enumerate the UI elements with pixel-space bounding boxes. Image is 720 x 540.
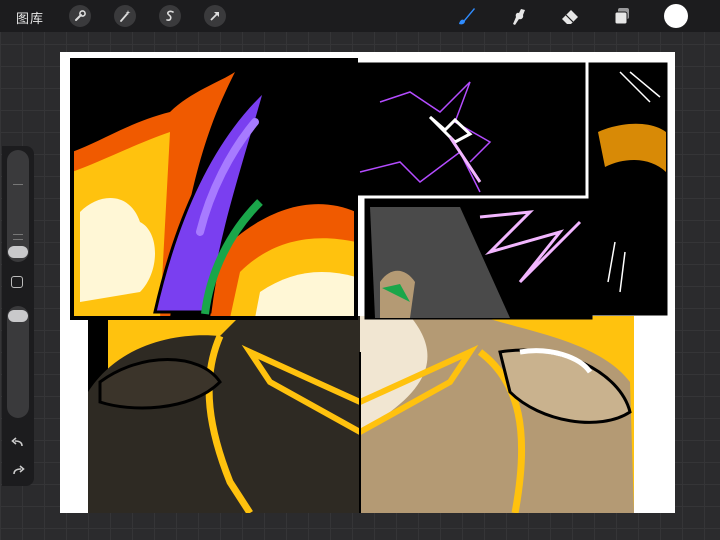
drawing-canvas[interactable] [60,52,675,513]
selection-button[interactable] [159,5,181,27]
brush-tool-button[interactable] [454,4,478,28]
fire-blade-panel [70,58,358,320]
color-picker-button[interactable] [664,4,688,28]
lightning-panel [354,62,586,196]
eraser-icon [562,10,578,24]
smudge-tool-button[interactable] [507,4,531,28]
transform-button[interactable] [204,5,226,27]
comic-artwork [70,58,668,513]
layers-button[interactable] [610,4,634,28]
armor-character-panel [88,316,634,513]
adjustments-button[interactable] [114,5,136,27]
undo-icon[interactable] [9,434,27,452]
brush-icon [459,8,475,25]
rock-lightning-panel [364,198,593,320]
magic-wand-icon [120,10,131,22]
transform-arrow-icon [210,12,219,21]
top-toolbar: 图库 [0,0,720,32]
opacity-slider[interactable] [7,306,29,418]
slider-tick [13,184,23,185]
left-sidebar [2,146,34,486]
opacity-thumb[interactable] [8,310,28,322]
brush-size-slider[interactable] [7,150,29,262]
selection-icon [166,10,174,21]
redo-icon[interactable] [9,462,27,480]
actions-button[interactable] [69,5,91,27]
brush-size-thumb[interactable] [8,246,28,258]
smudge-icon [513,9,525,25]
slider-tick [13,234,23,235]
wrench-icon [75,10,86,21]
gallery-button[interactable]: 图库 [16,8,44,27]
slider-tick [13,239,23,240]
square-modifier-icon[interactable] [11,276,23,288]
eraser-tool-button[interactable] [558,4,582,28]
layers-icon [614,8,629,25]
right-narrow-panel [588,62,668,316]
